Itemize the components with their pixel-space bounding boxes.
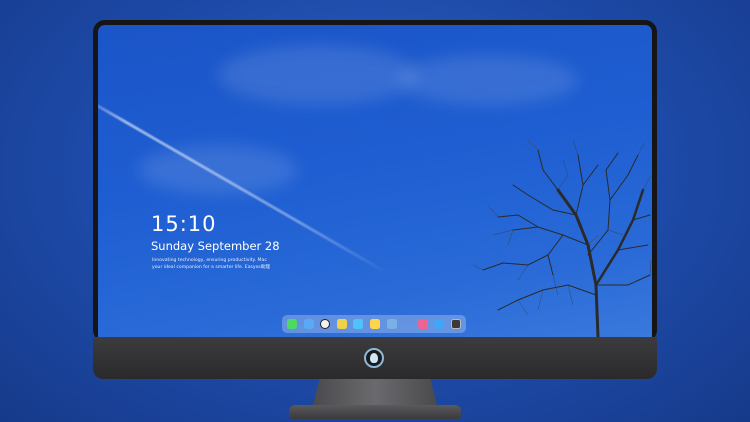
monitor-stand-base [289,405,461,419]
app-store-icon[interactable] [434,319,445,329]
tagline-line-2: your ideal companion for a smarter life.… [152,265,271,270]
clock-icon[interactable] [320,319,331,329]
cloud [138,145,298,195]
messages-icon[interactable] [287,319,297,329]
lock-screen-time: 15:10 [151,212,217,236]
dock [282,315,466,333]
bare-tree-image [472,139,652,337]
brand-logo-icon [364,348,384,368]
desktop-screen: 15:10 Sunday September 28 Innovating tec… [98,25,652,337]
cloud [218,45,418,105]
terminal-icon[interactable] [450,319,461,329]
lock-screen-date: Sunday September 28 [151,239,280,253]
video-app-icon[interactable] [353,319,364,329]
finder-icon[interactable] [303,319,314,329]
stickies-icon[interactable] [369,319,380,329]
photos-icon[interactable] [386,319,397,329]
notes-icon[interactable] [336,319,347,329]
tagline-line-1: Innovating technology, ensuring producti… [152,258,267,263]
cloud [398,55,578,105]
music-icon[interactable] [417,319,428,329]
